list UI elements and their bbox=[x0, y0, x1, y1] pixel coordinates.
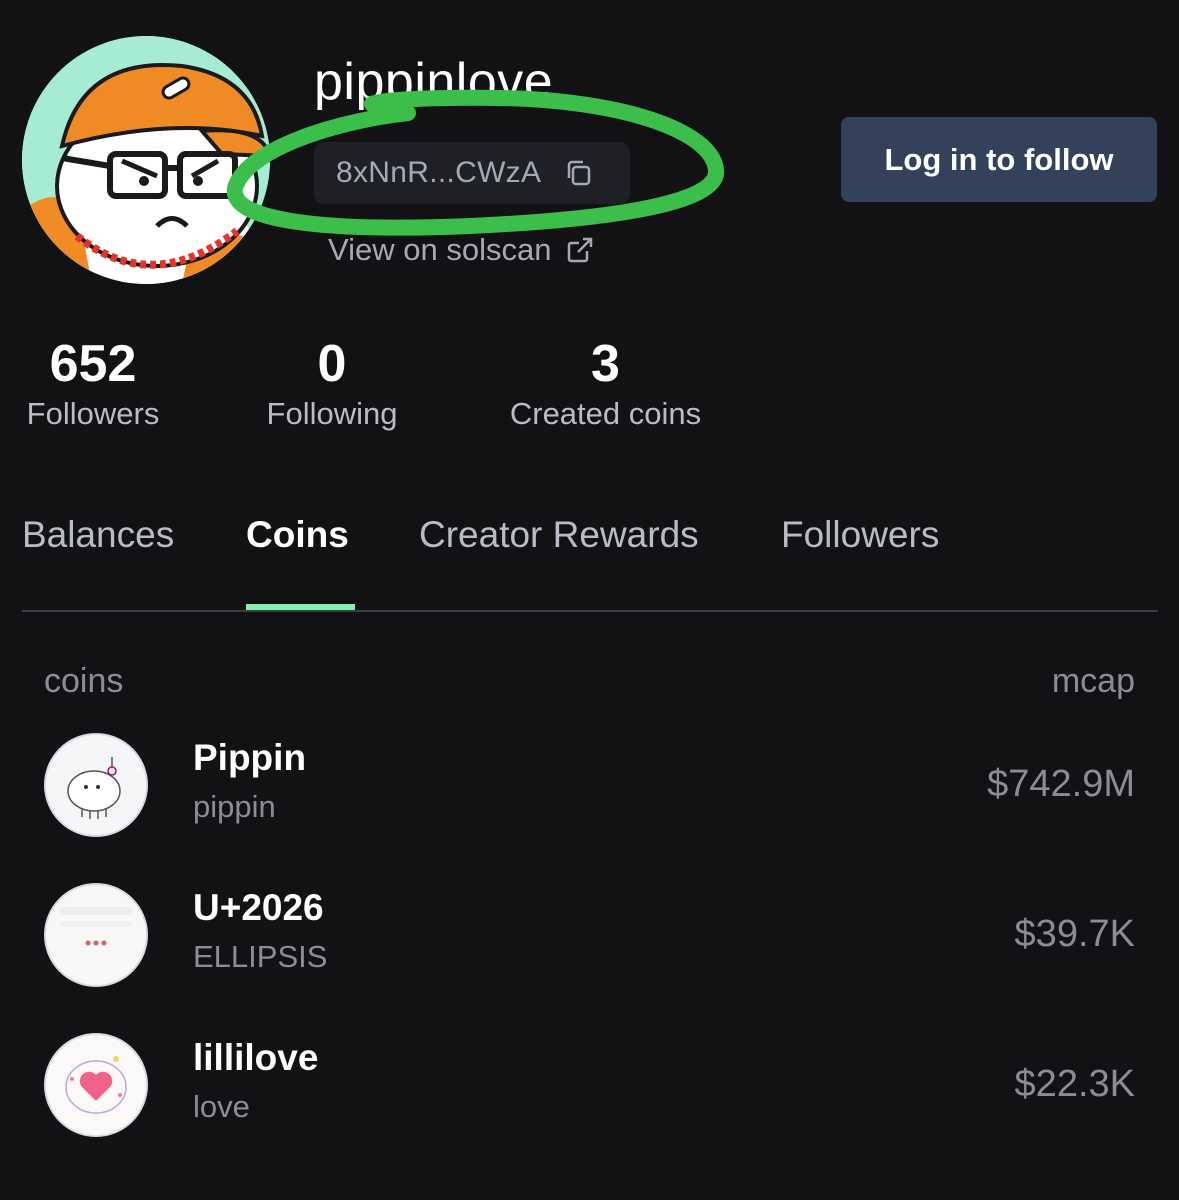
coin-row[interactable]: lillilove love $22.3K bbox=[44, 1033, 1135, 1139]
coin-ticker: ELLIPSIS bbox=[193, 939, 328, 974]
coin-name: U+2026 bbox=[193, 887, 324, 928]
created-coins-count: 3 bbox=[591, 335, 620, 393]
tab-followers[interactable]: Followers bbox=[781, 514, 939, 556]
active-tab-indicator bbox=[246, 604, 355, 610]
log-in-to-follow-button[interactable]: Log in to follow bbox=[841, 117, 1157, 202]
copy-icon[interactable] bbox=[563, 157, 595, 189]
coin-mcap: $742.9M bbox=[987, 763, 1135, 805]
tab-creator-rewards[interactable]: Creator Rewards bbox=[419, 514, 699, 556]
coin-mcap: $39.7K bbox=[1014, 913, 1135, 955]
stat-following[interactable]: 0 Following bbox=[262, 334, 402, 432]
coin-ticker: pippin bbox=[193, 789, 276, 824]
solscan-label: View on solscan bbox=[328, 232, 552, 267]
coin-mcap: $22.3K bbox=[1014, 1063, 1135, 1105]
following-count: 0 bbox=[317, 335, 347, 393]
coin-name: Pippin bbox=[193, 737, 307, 778]
coin-name: lillilove bbox=[193, 1037, 319, 1078]
external-link-icon bbox=[568, 237, 593, 263]
column-header-coins: coins bbox=[44, 662, 124, 700]
profile-avatar bbox=[22, 36, 270, 284]
tab-balances[interactable]: Balances bbox=[22, 514, 174, 556]
followers-count: 652 bbox=[49, 335, 137, 393]
coin-row[interactable]: Pippin pippin $742.9M bbox=[44, 733, 1135, 839]
view-on-solscan-link[interactable]: View on solscan bbox=[328, 232, 595, 268]
coin-avatar bbox=[44, 733, 148, 837]
stat-followers[interactable]: 652 Followers bbox=[22, 334, 164, 432]
column-header-mcap: mcap bbox=[1051, 662, 1135, 700]
coin-row[interactable]: U+2026 ELLIPSIS $39.7K bbox=[44, 883, 1135, 989]
following-label: Following bbox=[266, 396, 398, 431]
followers-label: Followers bbox=[26, 396, 160, 431]
coin-avatar bbox=[44, 883, 148, 987]
username: pippinlove bbox=[314, 53, 554, 111]
created-coins-label: Created coins bbox=[509, 396, 702, 431]
tab-coins[interactable]: Coins bbox=[246, 514, 349, 556]
wallet-address-copy-button[interactable]: 8xNnR...CWzA bbox=[314, 142, 630, 204]
tabs-divider bbox=[22, 610, 1158, 612]
wallet-address: 8xNnR...CWzA bbox=[336, 156, 542, 189]
coin-avatar bbox=[44, 1033, 148, 1137]
stat-created-coins: 3 Created coins bbox=[500, 334, 711, 432]
profile-tabs: Balances Coins Creator Rewards Followers bbox=[22, 500, 1158, 612]
coin-ticker: love bbox=[193, 1089, 250, 1124]
